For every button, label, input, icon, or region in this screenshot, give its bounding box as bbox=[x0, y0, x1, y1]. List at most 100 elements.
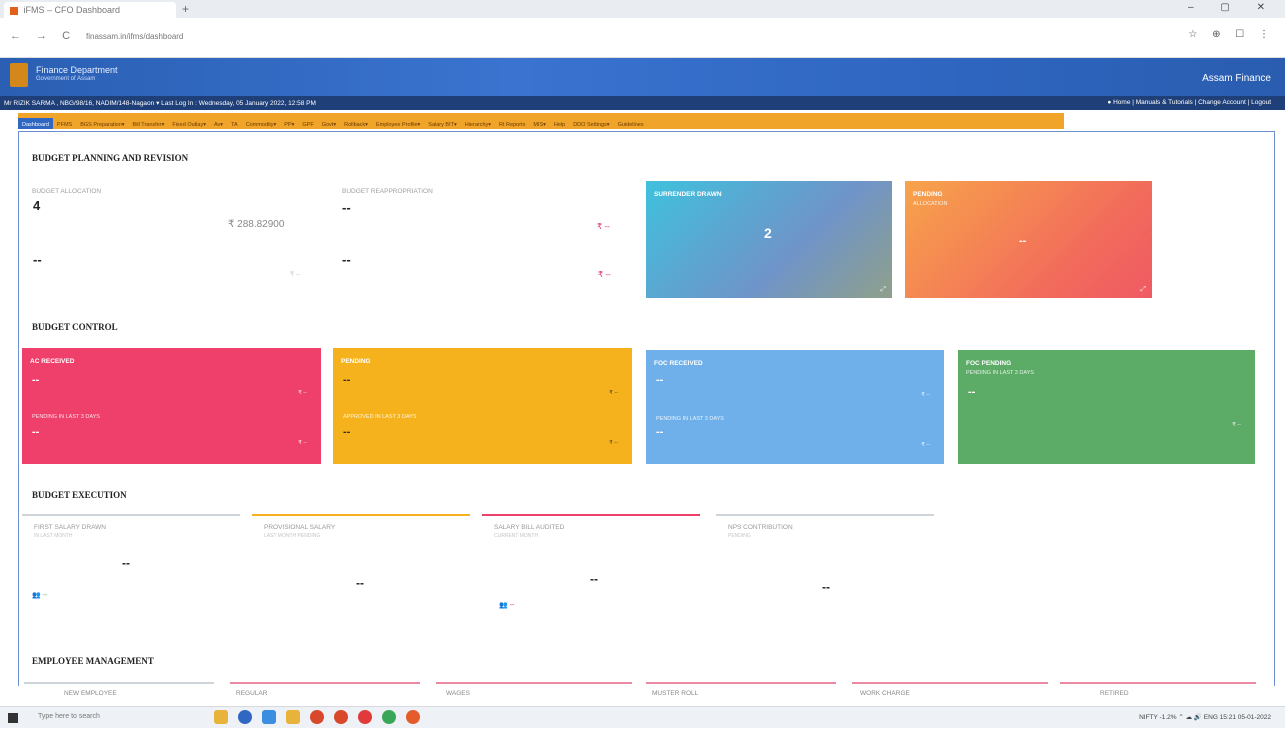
section-title-employee-management: EMPLOYEE MANAGEMENT bbox=[32, 656, 154, 666]
tile-pending[interactable]: PENDING ALLOCATION -- ⤢ bbox=[905, 181, 1152, 298]
app-icon[interactable] bbox=[334, 710, 348, 724]
menu-item[interactable]: PP▾ bbox=[280, 118, 298, 129]
menu-item[interactable]: Help bbox=[550, 118, 569, 129]
windows-start-icon[interactable] bbox=[8, 713, 18, 723]
user-info[interactable]: Mr RIZIK SARMA , NBG/98/16, NADIM/148-Na… bbox=[4, 99, 316, 107]
emp-card-title: NEW EMPLOYEE bbox=[64, 690, 117, 697]
exec-card-sub: PENDING bbox=[728, 533, 751, 539]
menu-item[interactable]: Govt▾ bbox=[318, 118, 340, 129]
tile-foc-pending[interactable]: FOC PENDING PENDING IN LAST 3 DAYS -- ₹ … bbox=[958, 350, 1255, 464]
tile-rupee: ₹ -- bbox=[298, 440, 307, 446]
app-icon[interactable] bbox=[310, 710, 324, 724]
tile-rupee: ₹ -- bbox=[1232, 422, 1241, 428]
emp-card-title: WORK CHARGE bbox=[860, 690, 910, 697]
menu-item[interactable]: PFMS bbox=[53, 118, 76, 129]
emp-card[interactable]: WAGES bbox=[436, 682, 632, 702]
allocation-value: 4 bbox=[33, 198, 41, 213]
menu-item[interactable]: Bill Transfer▾ bbox=[129, 118, 169, 129]
app-icon[interactable] bbox=[214, 710, 228, 724]
favicon-icon bbox=[10, 6, 18, 15]
window-controls[interactable]: – ▢ ✕ bbox=[1188, 2, 1277, 13]
menu-item[interactable]: Salary BIT▾ bbox=[424, 118, 460, 129]
app-icon[interactable] bbox=[406, 710, 420, 724]
tile-sub: PENDING IN LAST 3 DAYS bbox=[656, 416, 724, 422]
allocation-amount: ₹ 288.82900 bbox=[228, 219, 285, 230]
tile-sub: APPROVED IN LAST 3 DAYS bbox=[343, 414, 417, 420]
tile-surrender-title: SURRENDER DRAWN bbox=[654, 191, 722, 198]
emp-card[interactable]: REGULAR bbox=[230, 682, 420, 702]
browser-tab[interactable]: iFMS – CFO Dashboard bbox=[4, 2, 176, 18]
tile-value: -- bbox=[656, 426, 664, 438]
browser-titlebar: iFMS – CFO Dashboard + – ▢ ✕ bbox=[0, 0, 1285, 18]
app-icon[interactable] bbox=[286, 710, 300, 724]
exec-card-salary-bill-audited[interactable]: SALARY BILL AUDITED CURRENT MONTH -- bbox=[482, 514, 700, 624]
reappropriation-label: BUDGET REAPPROPRIATION bbox=[342, 188, 433, 195]
nav-buttons[interactable]: ← → C bbox=[10, 30, 76, 42]
external-link-icon[interactable]: ⤢ bbox=[880, 286, 886, 294]
exec-card-sub: LAST MONTH PENDING bbox=[264, 533, 321, 539]
taskbar-search[interactable]: Type here to search bbox=[38, 713, 100, 720]
app-icon[interactable] bbox=[238, 710, 252, 724]
tile-pending-control[interactable]: PENDING -- ₹ -- APPROVED IN LAST 3 DAYS … bbox=[333, 348, 632, 464]
app-icon[interactable] bbox=[358, 710, 372, 724]
menu-item[interactable]: Hierarchy▾ bbox=[461, 118, 495, 129]
app-icon[interactable] bbox=[262, 710, 276, 724]
app-icon[interactable] bbox=[382, 710, 396, 724]
tile-pending-value: -- bbox=[1019, 235, 1027, 247]
tile-value: -- bbox=[343, 374, 351, 386]
exec-card-provisional-salary[interactable]: PROVISIONAL SALARY LAST MONTH PENDING -- bbox=[252, 514, 470, 624]
menu-item[interactable]: DDO Settings▾ bbox=[569, 118, 613, 129]
sub-rupee-1: ₹ -- bbox=[290, 271, 301, 278]
menu-item[interactable]: BGS Preparation▾ bbox=[76, 118, 128, 129]
tab-title: iFMS – CFO Dashboard bbox=[23, 5, 121, 15]
reappropriation-rupee: ₹ -- bbox=[597, 222, 610, 231]
emp-card-title: RETIRED bbox=[1100, 690, 1129, 697]
os-taskbar: Type here to search NIFTY -1.2% ⌃ ☁ 🔊 EN… bbox=[0, 706, 1285, 728]
tile-ac-received[interactable]: AC RECEIVED -- ₹ -- PENDING IN LAST 3 DA… bbox=[22, 348, 321, 464]
tile-sub: PENDING IN LAST 3 DAYS bbox=[966, 370, 1034, 376]
menu-item[interactable]: Fixed Outlay▾ bbox=[168, 118, 210, 129]
user-links[interactable]: ● Home | Manuals & Tutorials | Change Ac… bbox=[1107, 99, 1271, 106]
sub-value-1: -- bbox=[33, 252, 42, 267]
menu-item[interactable]: Rollback▾ bbox=[340, 118, 372, 129]
sub-value-2: -- bbox=[342, 252, 351, 267]
emp-card[interactable]: NEW EMPLOYEE bbox=[24, 682, 214, 702]
menu-item[interactable]: TA bbox=[227, 118, 242, 129]
new-tab-button[interactable]: + bbox=[182, 2, 189, 16]
tile-rupee: ₹ -- bbox=[609, 390, 618, 396]
people-icon: 👥 bbox=[499, 602, 508, 609]
menu-item-dashboard[interactable]: Dashboard bbox=[18, 118, 53, 129]
tile-surrender[interactable]: SURRENDER DRAWN 2 ⤢ bbox=[646, 181, 892, 298]
menu-item[interactable]: Rt Reports bbox=[495, 118, 529, 129]
tile-foc-received[interactable]: FOC RECEIVED -- ₹ -- PENDING IN LAST 3 D… bbox=[646, 350, 944, 464]
tile-value: -- bbox=[32, 374, 40, 386]
tile-rupee: ₹ -- bbox=[298, 390, 307, 396]
taskbar-apps bbox=[214, 710, 430, 729]
tile-title: FOC PENDING bbox=[966, 360, 1012, 367]
toolbar-icons[interactable]: ☆ ⊕ ☐ ⋮ bbox=[1188, 29, 1275, 40]
menu-item[interactable]: MIS▾ bbox=[529, 118, 550, 129]
tile-rupee: ₹ -- bbox=[921, 442, 930, 448]
tile-title: PENDING bbox=[341, 358, 371, 365]
exec-card-first-salary[interactable]: FIRST SALARY DRAWN IN LAST MONTH -- bbox=[22, 514, 240, 624]
exec-card-nps[interactable]: NPS CONTRIBUTION PENDING -- bbox=[716, 514, 934, 624]
menu-item[interactable]: Commodity▾ bbox=[242, 118, 281, 129]
tile-value: -- bbox=[968, 386, 976, 398]
url-field[interactable]: finassam.in/ifms/dashboard bbox=[86, 32, 183, 41]
external-link-icon[interactable]: ⤢ bbox=[1140, 286, 1146, 294]
menu-item[interactable]: Av▾ bbox=[210, 118, 227, 129]
system-tray[interactable]: NIFTY -1.2% ⌃ ☁ 🔊 ENG 15:21 05-01-2022 bbox=[1139, 713, 1271, 721]
exec-badge-green[interactable]: 👥 -- bbox=[32, 591, 47, 599]
emp-card[interactable]: MUSTER ROLL bbox=[646, 682, 836, 702]
exec-badge-pink[interactable]: 👥 -- bbox=[499, 601, 514, 609]
exec-badge-value: -- bbox=[42, 592, 48, 599]
exec-card-sub: IN LAST MONTH bbox=[34, 533, 73, 539]
tile-surrender-value: 2 bbox=[764, 225, 772, 241]
menu-item[interactable]: GPF bbox=[298, 118, 317, 129]
emp-card[interactable]: RETIRED bbox=[1060, 682, 1256, 702]
tile-value: -- bbox=[32, 426, 40, 438]
exec-card-title: NPS CONTRIBUTION bbox=[728, 524, 793, 531]
menu-item[interactable]: Employee Profile▾ bbox=[372, 118, 424, 129]
menu-item[interactable]: Guidelines bbox=[614, 118, 648, 129]
emp-card[interactable]: WORK CHARGE bbox=[852, 682, 1048, 702]
